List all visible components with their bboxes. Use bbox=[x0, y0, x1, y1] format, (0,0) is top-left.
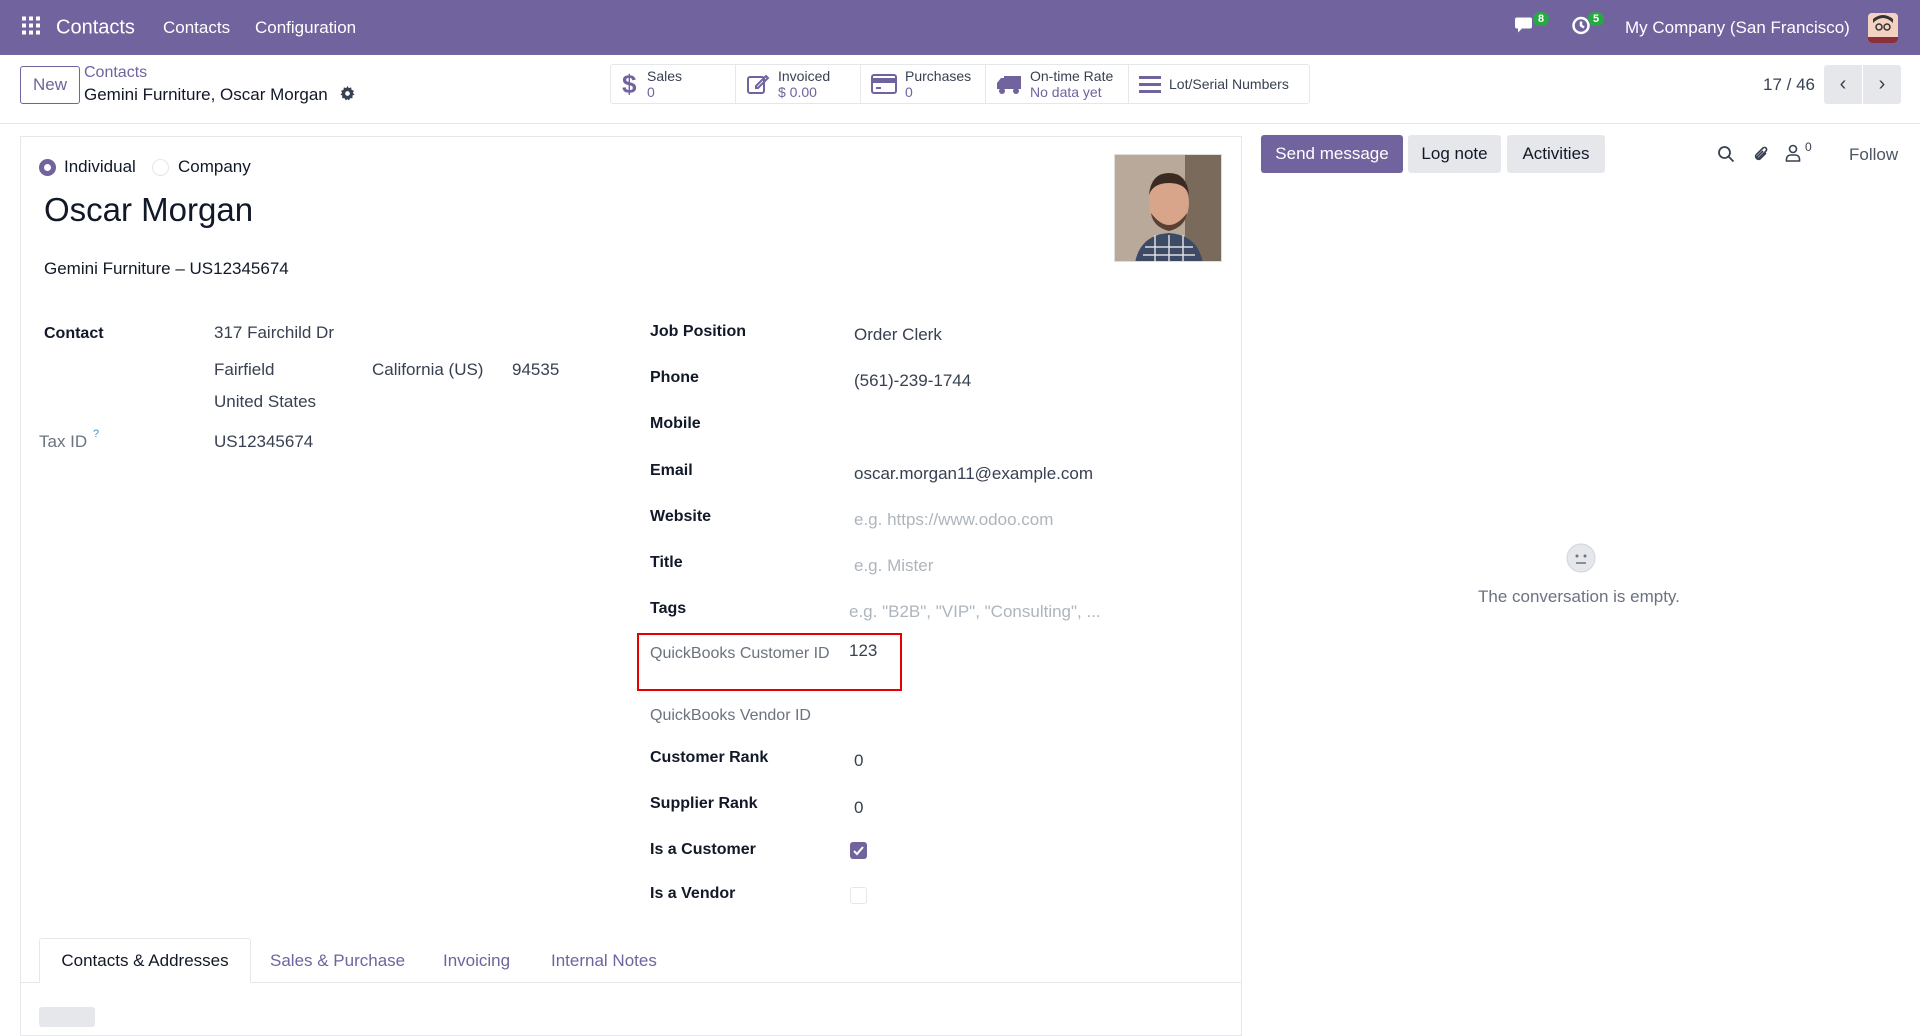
company-switcher[interactable]: My Company (San Francisco) bbox=[1625, 18, 1850, 38]
breadcrumb-current: Gemini Furniture, Oscar Morgan bbox=[84, 85, 328, 104]
customer-rank-field[interactable]: 0 bbox=[854, 751, 863, 771]
apps-grid-icon[interactable] bbox=[22, 16, 40, 39]
tags-label: Tags bbox=[650, 600, 687, 617]
stat-invoiced[interactable]: Invoiced $ 0.00 bbox=[736, 65, 861, 103]
activities-badge: 5 bbox=[1588, 12, 1605, 26]
supplier-rank-field[interactable]: 0 bbox=[854, 798, 863, 818]
stat-label: On-time Rate bbox=[1030, 68, 1114, 84]
is-customer-checkbox[interactable] bbox=[850, 842, 867, 859]
contact-label: Contact bbox=[44, 325, 104, 342]
is-customer-label: Is a Customer bbox=[650, 841, 756, 858]
stat-purchases[interactable]: Purchases 0 bbox=[861, 65, 986, 103]
breadcrumb-contacts[interactable]: Contacts bbox=[84, 64, 147, 82]
tags-field[interactable]: e.g. "B2B", "VIP", "Consulting", ... bbox=[849, 602, 1101, 622]
menu-configuration[interactable]: Configuration bbox=[255, 18, 356, 38]
is-vendor-label: Is a Vendor bbox=[650, 885, 736, 902]
user-avatar[interactable] bbox=[1868, 12, 1898, 43]
activities-button[interactable]: Activities bbox=[1507, 135, 1605, 173]
app-name[interactable]: Contacts bbox=[56, 16, 135, 39]
follow-button[interactable]: Follow bbox=[1849, 145, 1898, 165]
pager-next-button[interactable]: › bbox=[1863, 65, 1901, 104]
radio-individual-label[interactable]: Individual bbox=[64, 157, 136, 177]
send-message-button[interactable]: Send message bbox=[1261, 135, 1403, 173]
street-field[interactable]: 317 Fairchild Dr bbox=[214, 323, 334, 343]
email-field[interactable]: oscar.morgan11@example.com bbox=[854, 464, 1093, 484]
tax-id-field[interactable]: US12345674 bbox=[214, 432, 313, 452]
pager-previous-button[interactable]: ‹ bbox=[1824, 65, 1862, 104]
followers-icon[interactable] bbox=[1785, 144, 1801, 167]
stat-value: 0 bbox=[647, 84, 655, 100]
pager-value[interactable]: 17 / 46 bbox=[1763, 75, 1815, 95]
stat-label: Invoiced bbox=[778, 68, 831, 84]
stat-label: Sales bbox=[647, 68, 683, 84]
list-icon bbox=[1139, 76, 1161, 93]
messages-badge: 8 bbox=[1533, 12, 1550, 26]
stat-buttons: $ Sales 0 Invoiced $ 0.00 Purchases 0 On-ti… bbox=[610, 64, 1310, 104]
control-panel: New Contacts Gemini Furniture, Oscar Mor… bbox=[0, 55, 1920, 124]
tax-id-help-icon[interactable]: ? bbox=[93, 428, 99, 440]
truck-icon bbox=[997, 76, 1021, 94]
paperclip-icon[interactable] bbox=[1752, 144, 1770, 169]
gear-icon[interactable] bbox=[340, 86, 355, 106]
title-label: Title bbox=[650, 554, 683, 571]
company-line[interactable]: Gemini Furniture – US12345674 bbox=[44, 259, 289, 279]
stat-value: 0 bbox=[905, 84, 913, 100]
tax-id-label: Tax ID bbox=[39, 432, 88, 451]
empty-conversation-text: The conversation is empty. bbox=[1478, 587, 1680, 606]
zip-field[interactable]: 94535 bbox=[512, 360, 559, 380]
mobile-label: Mobile bbox=[650, 415, 701, 432]
credit-card-icon bbox=[871, 74, 897, 94]
empty-face-icon bbox=[1566, 543, 1596, 578]
job-position-label: Job Position bbox=[650, 323, 746, 340]
stat-label: Lot/Serial Numbers bbox=[1169, 76, 1289, 92]
job-position-field[interactable]: Order Clerk bbox=[854, 325, 942, 345]
website-field[interactable]: e.g. https://www.odoo.com bbox=[854, 510, 1053, 530]
quickbooks-customer-id-label: QuickBooks Customer ID bbox=[650, 645, 830, 662]
search-icon[interactable] bbox=[1717, 145, 1735, 168]
state-field[interactable]: California (US) bbox=[372, 360, 483, 380]
stat-label: Purchases bbox=[905, 68, 972, 84]
svg-text:$: $ bbox=[622, 70, 637, 98]
stat-value: $ 0.00 bbox=[778, 84, 817, 100]
followers-count: 0 bbox=[1805, 140, 1812, 154]
menu-contacts[interactable]: Contacts bbox=[163, 18, 230, 38]
radio-company[interactable] bbox=[152, 159, 169, 176]
contact-photo[interactable] bbox=[1114, 154, 1222, 262]
phone-label: Phone bbox=[650, 369, 699, 386]
city-field[interactable]: Fairfield bbox=[214, 360, 274, 380]
quickbooks-customer-id-field[interactable]: 123 bbox=[849, 641, 877, 661]
tab-invoicing[interactable]: Invoicing bbox=[443, 938, 510, 983]
tab-contacts-addresses[interactable]: Contacts & Addresses bbox=[39, 938, 251, 983]
log-note-button[interactable]: Log note bbox=[1408, 135, 1501, 173]
tab-sales-purchase[interactable]: Sales & Purchase bbox=[270, 938, 405, 983]
radio-company-label[interactable]: Company bbox=[178, 157, 251, 177]
country-field[interactable]: United States bbox=[214, 392, 316, 412]
mobile-field[interactable] bbox=[854, 415, 1154, 435]
stat-on-time-rate[interactable]: On-time Rate No data yet bbox=[986, 65, 1129, 103]
is-vendor-checkbox[interactable] bbox=[850, 887, 867, 904]
title-field[interactable]: e.g. Mister bbox=[854, 556, 933, 576]
new-button[interactable]: New bbox=[20, 66, 80, 104]
stat-sales[interactable]: $ Sales 0 bbox=[611, 65, 736, 103]
stat-lot-serial[interactable]: Lot/Serial Numbers bbox=[1129, 65, 1309, 103]
quickbooks-vendor-id-field[interactable] bbox=[849, 707, 1099, 727]
quickbooks-vendor-id-label: QuickBooks Vendor ID bbox=[650, 707, 811, 724]
contact-name[interactable]: Oscar Morgan bbox=[44, 191, 253, 229]
top-navbar: Contacts Contacts Configuration 8 5 My C… bbox=[0, 0, 1920, 55]
stat-value: No data yet bbox=[1030, 84, 1102, 100]
tab-internal-notes[interactable]: Internal Notes bbox=[551, 938, 657, 983]
email-label: Email bbox=[650, 462, 693, 479]
website-label: Website bbox=[650, 508, 712, 525]
add-contact-card[interactable] bbox=[39, 1007, 95, 1027]
radio-individual[interactable] bbox=[39, 159, 56, 176]
customer-rank-label: Customer Rank bbox=[650, 749, 769, 766]
chevron-left-icon: ‹ bbox=[1839, 73, 1847, 95]
supplier-rank-label: Supplier Rank bbox=[650, 795, 758, 812]
phone-field[interactable]: (561)-239-1744 bbox=[854, 371, 971, 391]
dollar-icon: $ bbox=[622, 70, 637, 98]
chevron-right-icon: › bbox=[1878, 73, 1886, 95]
edit-icon bbox=[747, 74, 770, 94]
